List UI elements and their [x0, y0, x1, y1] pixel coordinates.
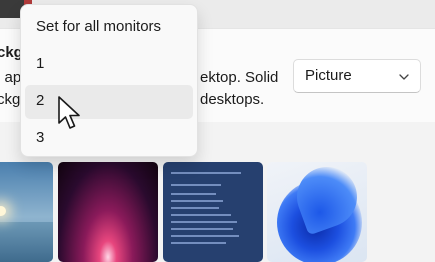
- menu-item-label: 2: [36, 92, 45, 109]
- text-line: [171, 242, 226, 244]
- text-line: [171, 228, 233, 230]
- text-line: [171, 235, 239, 237]
- background-type-dropdown[interactable]: Picture: [293, 59, 421, 93]
- wallpaper-thumbnail-magenta[interactable]: [58, 162, 158, 262]
- sea-shape: [0, 222, 53, 262]
- wallpaper-thumbnail-blue-text[interactable]: [163, 162, 263, 262]
- text-line: [171, 184, 221, 186]
- wallpaper-thumbnail-sunrise[interactable]: [0, 162, 53, 262]
- card-description-line-2-right: desktops.: [200, 91, 265, 108]
- menu-item-label: Set for all monitors: [36, 18, 162, 35]
- menu-item-monitor-1[interactable]: 1: [25, 48, 193, 82]
- card-description-line-2-left: ckg: [0, 91, 21, 108]
- text-line: [171, 221, 237, 223]
- mouse-cursor-icon: [58, 96, 80, 129]
- menu-item-monitor-2[interactable]: 2: [25, 85, 193, 119]
- chevron-down-icon: [399, 74, 409, 80]
- card-description-line-1-right: ektop. Solid: [200, 69, 279, 86]
- card-description-line-1-left: l ap: [0, 69, 22, 86]
- text-line: [171, 172, 241, 174]
- text-line: [171, 207, 219, 209]
- background-type-value: Picture: [305, 67, 352, 84]
- menu-item-label: 1: [36, 55, 45, 72]
- menu-item-set-for-all-monitors[interactable]: Set for all monitors: [25, 11, 193, 45]
- text-line: [171, 193, 216, 195]
- sun-shape: [0, 206, 6, 216]
- menu-item-monitor-3[interactable]: 3: [25, 122, 193, 156]
- monitor-selection-menu: Set for all monitors 1 2 3: [20, 4, 198, 157]
- wallpaper-thumbnail-bloom[interactable]: [267, 162, 367, 262]
- menu-item-label: 3: [36, 129, 45, 146]
- text-line: [171, 214, 231, 216]
- text-line: [171, 200, 223, 202]
